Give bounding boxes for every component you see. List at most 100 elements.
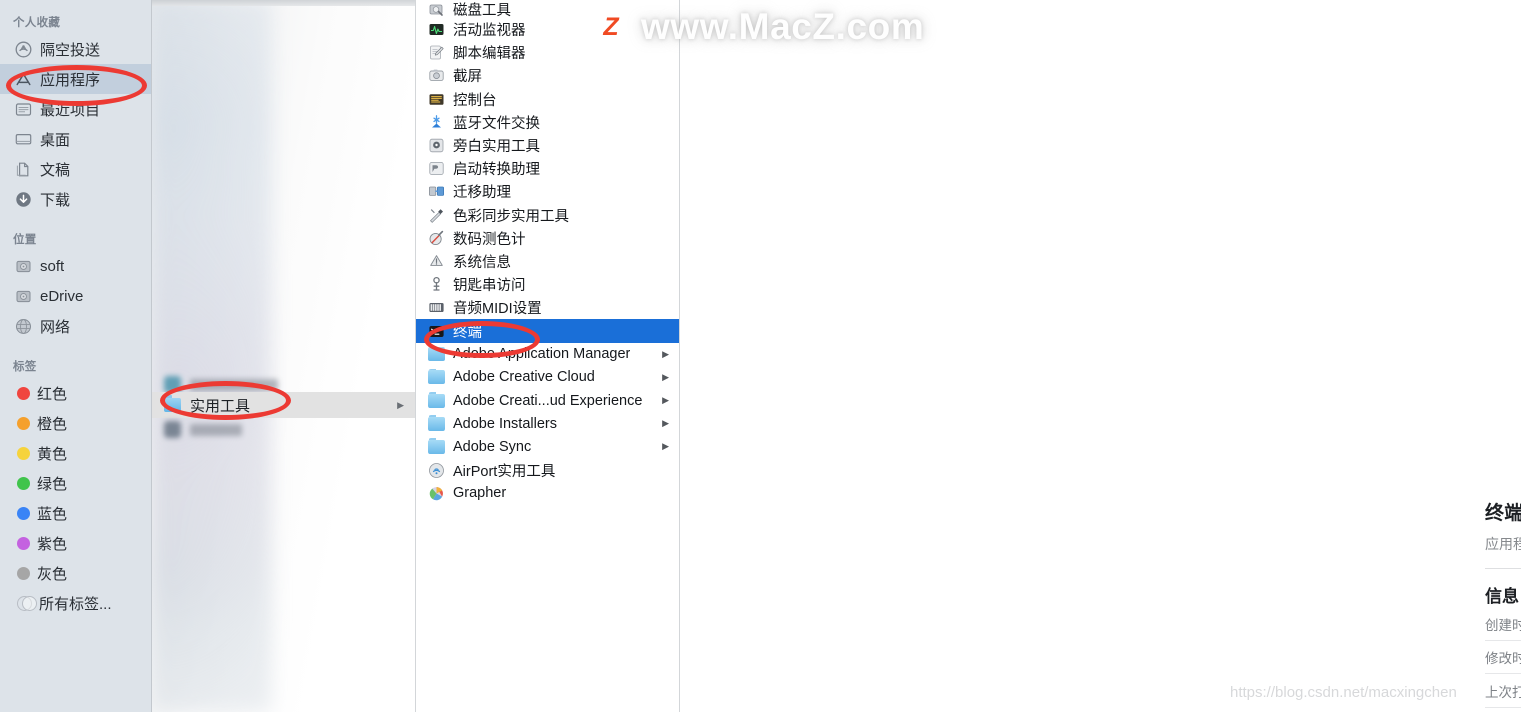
sidebar-item-label: 隔空投送 bbox=[40, 41, 101, 59]
preview-pane: > 终端 应用程序 - 9.9 MB 信息 创建时间 2019年11月9日 星期… bbox=[680, 0, 1521, 712]
sidebar-item-label: 网络 bbox=[40, 318, 71, 336]
list-item-label: 实用工具 bbox=[190, 397, 251, 415]
list-item-adobe-application-manager[interactable]: Adobe Application Manager ▶ bbox=[416, 343, 679, 366]
tag-dot-icon bbox=[17, 566, 30, 580]
sidebar-tag-gray[interactable]: 灰色 bbox=[0, 558, 151, 588]
sidebar-tag-red[interactable]: 红色 bbox=[0, 378, 151, 408]
list-item-bootcamp-assistant[interactable]: 启动转换助理 bbox=[416, 157, 679, 180]
grapher-icon bbox=[428, 485, 445, 502]
folder-icon bbox=[428, 345, 445, 363]
list-item[interactable] bbox=[164, 421, 242, 438]
info-key: 上次打开时间 bbox=[1485, 684, 1521, 700]
disk-utility-icon bbox=[428, 1, 445, 18]
column-top-edge bbox=[152, 0, 415, 6]
list-item-airport-utility[interactable]: AirPort实用工具 bbox=[416, 459, 679, 482]
harddisk-icon bbox=[14, 257, 33, 276]
list-item-system-information[interactable]: 系统信息 bbox=[416, 250, 679, 273]
list-item-audio-midi-setup[interactable]: 音频MIDI设置 bbox=[416, 296, 679, 319]
sidebar-item-label: soft bbox=[40, 257, 65, 275]
parent-column-blurred[interactable]: 实用工具 ▶ bbox=[152, 0, 416, 712]
sidebar-item-desktop[interactable]: 桌面 bbox=[0, 124, 151, 154]
utilities-list-column[interactable]: 磁盘工具 活动监视器 脚本编辑器 截屏 控制台 蓝牙文件交换 旁白实用工具 启动… bbox=[416, 0, 680, 712]
list-item-voiceover-utility[interactable]: 旁白实用工具 bbox=[416, 134, 679, 157]
tag-dot-icon bbox=[17, 536, 30, 550]
list-item[interactable] bbox=[164, 376, 278, 393]
airport-utility-icon bbox=[428, 462, 445, 479]
sidebar-item-applications[interactable]: 应用程序 bbox=[0, 64, 151, 94]
bluetooth-exchange-icon bbox=[428, 114, 445, 131]
sidebar-item-network[interactable]: 网络 bbox=[0, 311, 151, 341]
list-item-label: 终端 bbox=[453, 324, 482, 341]
screenshot-icon bbox=[428, 67, 445, 84]
sidebar-item-label: 所有标签... bbox=[39, 595, 112, 613]
sidebar-tag-orange[interactable]: 橙色 bbox=[0, 408, 151, 438]
sidebar-item-label: 绿色 bbox=[37, 475, 68, 493]
sidebar-item-downloads[interactable]: 下载 bbox=[0, 184, 151, 214]
list-item-label: 旁白实用工具 bbox=[453, 139, 540, 156]
list-item-label: Grapher bbox=[453, 485, 507, 502]
list-item-label: 控制台 bbox=[453, 92, 497, 109]
sidebar-tag-purple[interactable]: 紫色 bbox=[0, 528, 151, 558]
sidebar-item-label: 红色 bbox=[37, 385, 68, 403]
tag-dot-icon bbox=[17, 446, 30, 460]
keychain-access-icon bbox=[428, 276, 445, 293]
list-item-keychain-access[interactable]: 钥匙串访问 bbox=[416, 273, 679, 296]
list-item-adobe-creative-cloud-experience[interactable]: Adobe Creati...ud Experience ▶ bbox=[416, 389, 679, 412]
list-item-label: 蓝牙文件交换 bbox=[453, 115, 540, 132]
list-item-label: Adobe Sync bbox=[453, 438, 532, 455]
chevron-right-icon: ▶ bbox=[397, 399, 404, 410]
sidebar-item-edrive[interactable]: eDrive bbox=[0, 281, 151, 311]
list-item-adobe-installers[interactable]: Adobe Installers ▶ bbox=[416, 412, 679, 435]
sidebar-tag-all-tags[interactable]: 所有标签... bbox=[0, 588, 151, 618]
info-panel: 终端 应用程序 - 9.9 MB 信息 创建时间 2019年11月9日 星期六 … bbox=[1485, 498, 1521, 712]
divider bbox=[1485, 568, 1521, 569]
list-item-terminal[interactable]: 终端 bbox=[416, 319, 679, 343]
list-item-screenshot[interactable]: 截屏 bbox=[416, 64, 679, 87]
list-item-console[interactable]: 控制台 bbox=[416, 88, 679, 111]
digital-color-meter-icon bbox=[428, 230, 445, 247]
sidebar-tag-yellow[interactable]: 黄色 bbox=[0, 438, 151, 468]
list-item-label: 磁盘工具 bbox=[453, 2, 511, 19]
sidebar-item-label: 下载 bbox=[40, 191, 71, 209]
list-item-utilities[interactable]: 实用工具 ▶ bbox=[152, 392, 415, 418]
sidebar-item-soft[interactable]: soft bbox=[0, 251, 151, 281]
chevron-right-icon: ▶ bbox=[662, 371, 669, 382]
list-item-grapher[interactable]: Grapher bbox=[416, 482, 679, 505]
sidebar-section-heading-locations: 位置 bbox=[13, 234, 37, 246]
sidebar-item-documents[interactable]: 文稿 bbox=[0, 154, 151, 184]
list-item-digital-color-meter[interactable]: 数码测色计 bbox=[416, 227, 679, 250]
list-item-activity-monitor[interactable]: 活动监视器 bbox=[416, 18, 679, 41]
desktop-icon bbox=[14, 130, 33, 149]
sidebar-section-heading-favorites: 个人收藏 bbox=[13, 17, 61, 29]
list-item-colorsync-utility[interactable]: 色彩同步实用工具 bbox=[416, 204, 679, 227]
list-item-migration-assistant[interactable]: 迁移助理 bbox=[416, 180, 679, 203]
time-machine-icon bbox=[164, 376, 181, 393]
list-item-label: 音频MIDI设置 bbox=[453, 301, 542, 318]
list-item-disk-utility[interactable]: 磁盘工具 bbox=[416, 0, 679, 19]
sidebar-item-label: 灰色 bbox=[37, 565, 68, 583]
sidebar-item-recents[interactable]: 最近项目 bbox=[0, 94, 151, 124]
sidebar-item-airdrop[interactable]: 隔空投送 bbox=[0, 34, 151, 64]
system-information-icon bbox=[428, 253, 445, 270]
list-item-script-editor[interactable]: 脚本编辑器 bbox=[416, 41, 679, 64]
sidebar-item-label: 紫色 bbox=[37, 535, 68, 553]
list-item-adobe-creative-cloud[interactable]: Adobe Creative Cloud ▶ bbox=[416, 366, 679, 389]
folder-icon bbox=[164, 395, 181, 412]
voiceover-utility-icon bbox=[428, 137, 445, 154]
sidebar-tag-green[interactable]: 绿色 bbox=[0, 468, 151, 498]
info-section-heading: 信息 bbox=[1485, 587, 1519, 606]
finder-sidebar[interactable]: 个人收藏 隔空投送 应用程序 最近项目 桌面 文稿 下载 位置 soft eDr… bbox=[0, 0, 152, 712]
list-item-adobe-sync[interactable]: Adobe Sync ▶ bbox=[416, 435, 679, 458]
tag-dot-icon bbox=[17, 476, 30, 490]
documents-icon bbox=[14, 160, 33, 179]
migration-assistant-icon bbox=[428, 183, 445, 200]
sidebar-tag-blue[interactable]: 蓝色 bbox=[0, 498, 151, 528]
script-editor-icon bbox=[428, 44, 445, 61]
info-row-modified: 修改时间 2019年11月9日 星期六 下午10:35 bbox=[1485, 641, 1521, 674]
sidebar-section-heading-tags: 标签 bbox=[13, 361, 37, 373]
list-item-label: 钥匙串访问 bbox=[453, 278, 526, 295]
console-icon bbox=[428, 91, 445, 108]
list-item-bluetooth-exchange[interactable]: 蓝牙文件交换 bbox=[416, 111, 679, 134]
chevron-right-icon: ▶ bbox=[662, 348, 669, 359]
tag-dot-icon bbox=[17, 506, 30, 520]
